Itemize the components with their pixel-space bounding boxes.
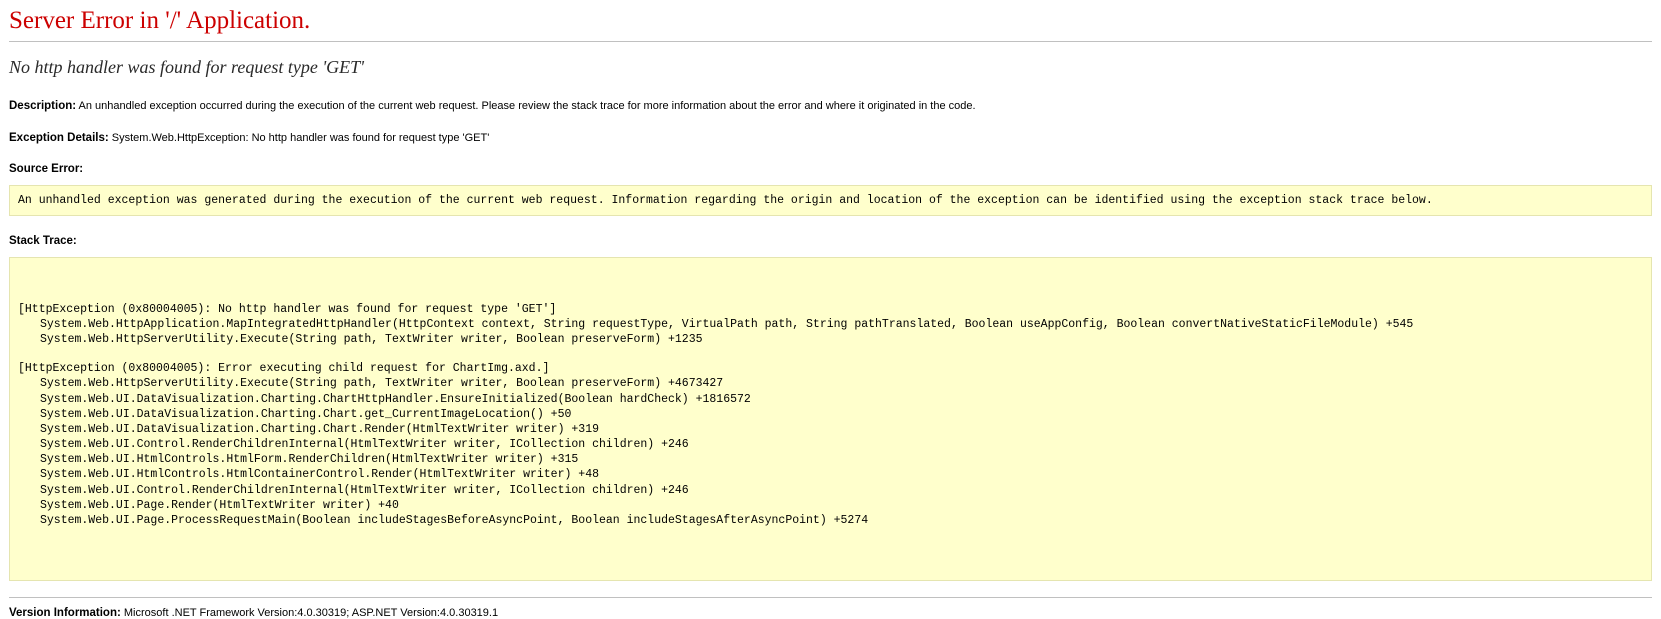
page-title: Server Error in '/' Application.	[9, 7, 311, 34]
exception-details-label: Exception Details:	[9, 132, 109, 145]
stack-trace-line: System.Web.HttpServerUtility.Execute(Str…	[40, 333, 703, 347]
stack-trace-label: Stack Trace:	[9, 235, 77, 248]
stack-trace-line: System.Web.UI.DataVisualization.Charting…	[40, 392, 751, 406]
source-error-label: Source Error:	[9, 163, 84, 176]
stack-trace-line: System.Web.UI.DataVisualization.Charting…	[40, 407, 572, 421]
stack-trace-line: System.Web.UI.DataVisualization.Charting…	[40, 422, 599, 436]
version-information-text: Microsoft .NET Framework Version:4.0.303…	[123, 607, 499, 619]
source-error-code-block: An unhandled exception was generated dur…	[9, 185, 1652, 217]
description-label: Description:	[9, 100, 77, 113]
stack-trace-line-list: [HttpException (0x80004005): No http han…	[18, 302, 1643, 528]
stack-trace-line: System.Web.UI.HtmlControls.HtmlForm.Rend…	[40, 453, 579, 467]
error-message-title: No http handler was found for request ty…	[9, 56, 365, 77]
error-page: Server Error in '/' Application. No http…	[0, 0, 1661, 619]
stack-trace-line: System.Web.UI.Page.ProcessRequestMain(Bo…	[40, 513, 869, 527]
stack-trace-code-block: [HttpException (0x80004005): No http han…	[9, 257, 1652, 582]
stack-trace-spacer	[18, 347, 1643, 361]
description-text: An unhandled exception occurred during t…	[78, 100, 976, 113]
stack-trace-line: System.Web.HttpApplication.MapIntegrated…	[40, 317, 1414, 331]
title-divider	[9, 40, 1652, 42]
exception-details-text: System.Web.HttpException: No http handle…	[111, 132, 490, 145]
stack-trace-line: [HttpException (0x80004005): No http han…	[18, 302, 557, 316]
stack-trace-line: System.Web.UI.Page.Render(HtmlTextWriter…	[40, 498, 399, 512]
stack-trace-line: [HttpException (0x80004005): Error execu…	[18, 362, 550, 376]
description-section: Description: An unhandled exception occu…	[9, 99, 1652, 114]
footer-divider	[9, 597, 1652, 599]
version-information-label: Version Information:	[9, 607, 121, 619]
version-information-section: Version Information: Microsoft .NET Fram…	[9, 607, 1652, 619]
stack-trace-line: System.Web.HttpServerUtility.Execute(Str…	[40, 377, 724, 391]
stack-trace-line: System.Web.UI.Control.RenderChildrenInte…	[40, 438, 689, 452]
stack-trace-line: System.Web.UI.HtmlControls.HtmlContainer…	[40, 468, 599, 482]
exception-details-section: Exception Details: System.Web.HttpExcept…	[9, 131, 1652, 146]
stack-trace-line: System.Web.UI.Control.RenderChildrenInte…	[40, 483, 689, 497]
